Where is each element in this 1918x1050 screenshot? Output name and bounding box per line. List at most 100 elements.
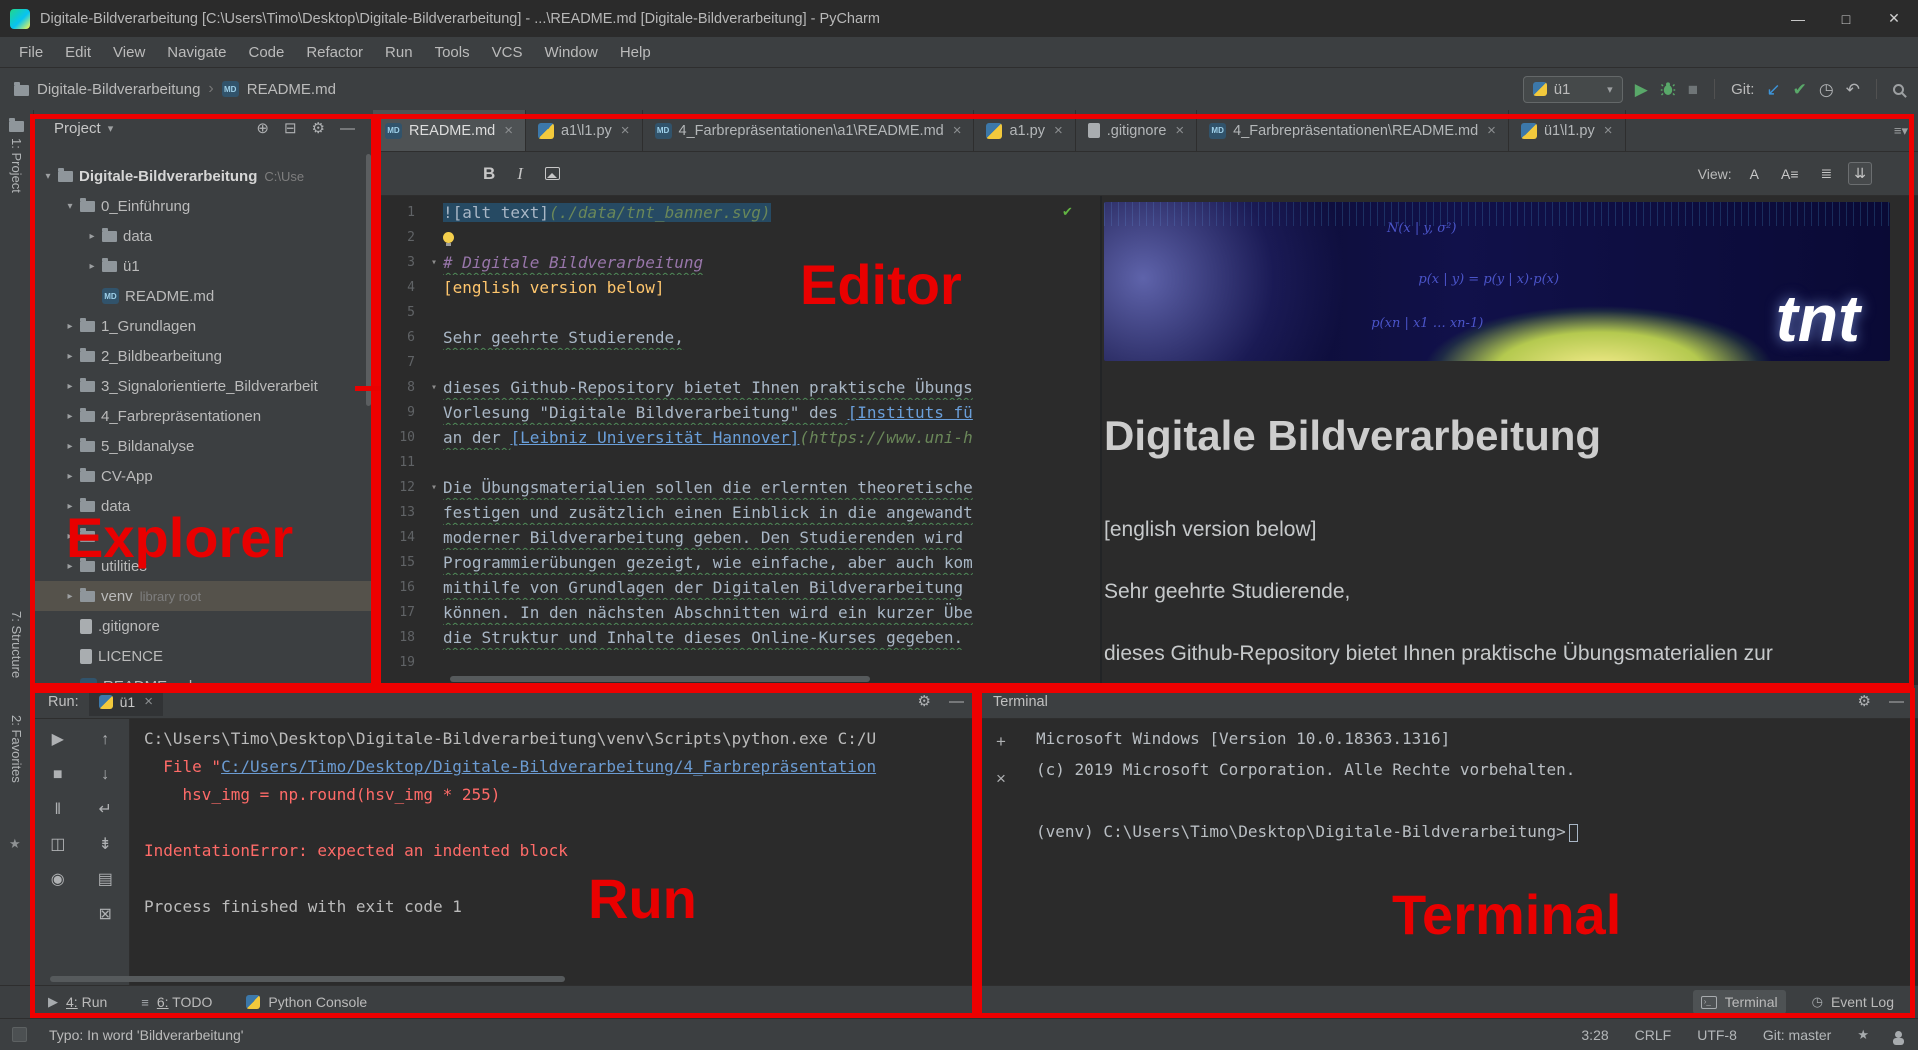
- editor-line[interactable]: 7: [373, 350, 1082, 375]
- editor-line[interactable]: 3# Digitale Bildverarbeitung: [373, 250, 1082, 275]
- tree-item-3-signalorientierte-bildverarbeit[interactable]: 3_Signalorientierte_Bildverarbeit: [34, 371, 373, 401]
- fold-icon[interactable]: [425, 475, 443, 500]
- gear-icon[interactable]: [918, 693, 931, 710]
- minimize-button[interactable]: —: [1774, 0, 1822, 37]
- hide-panel-icon[interactable]: [1889, 693, 1904, 710]
- scroll-to-end-icon[interactable]: [99, 836, 112, 854]
- editor-tab-1-l1-py[interactable]: ü1\l1.py: [1509, 110, 1626, 151]
- view-preview-only-icon[interactable]: [1815, 162, 1839, 185]
- editor-line[interactable]: 11: [373, 450, 1082, 475]
- toolwindow-button-terminal[interactable]: Terminal: [1693, 990, 1786, 1014]
- tree-item-data[interactable]: data: [34, 221, 373, 251]
- close-icon[interactable]: [1487, 122, 1496, 139]
- stripe-button-structure[interactable]: 7: Structure: [9, 611, 24, 678]
- terminal-output[interactable]: Microsoft Windows [Version 10.0.18363.13…: [1036, 723, 1908, 847]
- run-button[interactable]: [1635, 81, 1648, 98]
- tree-item-4-farbrepr-sentationen[interactable]: 4_Farbrepräsentationen: [34, 401, 373, 431]
- pin-tab-icon[interactable]: [51, 871, 65, 889]
- chevron-right-icon[interactable]: [62, 531, 78, 542]
- tree-item-venv[interactable]: venvlibrary root: [34, 581, 373, 611]
- editor-line[interactable]: 15Programmierübungen gezeigt, wie einfac…: [373, 550, 1082, 575]
- editor-line[interactable]: 19: [373, 650, 1082, 675]
- editor-tab-gitignore[interactable]: .gitignore: [1076, 110, 1197, 151]
- git-history-icon[interactable]: [1819, 81, 1834, 98]
- toolwindow-button-python-console[interactable]: Python Console: [238, 990, 375, 1014]
- git-update-icon[interactable]: [1766, 81, 1780, 98]
- chevron-right-icon[interactable]: [84, 261, 100, 272]
- chevron-right-icon[interactable]: [62, 381, 78, 392]
- menu-refactor[interactable]: Refactor: [295, 40, 374, 65]
- run-tab[interactable]: ü1: [89, 688, 163, 716]
- tree-item-gitignore[interactable]: .gitignore: [34, 611, 373, 641]
- git-rollback-icon[interactable]: [1846, 81, 1860, 98]
- breadcrumb-project[interactable]: Digitale-Bildverarbeitung: [37, 81, 200, 98]
- stop-icon[interactable]: [53, 766, 63, 784]
- tree-item-readme-md[interactable]: README.md: [34, 671, 373, 685]
- tree-item-0-einf-hrung[interactable]: 0_Einführung: [34, 191, 373, 221]
- editor-line[interactable]: 8dieses Github-Repository bietet Ihnen p…: [373, 375, 1082, 400]
- chevron-right-icon[interactable]: [62, 351, 78, 362]
- toolwindow-button-event-log[interactable]: Event Log: [1804, 990, 1902, 1014]
- tree-item-licence[interactable]: LICENCE: [34, 641, 373, 671]
- tree-item-1[interactable]: ü1: [34, 251, 373, 281]
- italic-icon[interactable]: I: [517, 164, 523, 184]
- menu-view[interactable]: View: [102, 40, 156, 65]
- project-scrollbar[interactable]: [366, 154, 371, 406]
- close-session-icon[interactable]: [996, 770, 1006, 787]
- close-button[interactable]: ✕: [1870, 0, 1918, 37]
- editor-line[interactable]: 1![alt text](./data/tnt_banner.svg): [373, 200, 1082, 225]
- tree-item-digitale-bildverarbeitung[interactable]: Digitale-BildverarbeitungC:\Use: [34, 161, 373, 191]
- stripe-button-project[interactable]: 1: Project: [9, 138, 24, 193]
- menu-vcs[interactable]: VCS: [481, 40, 534, 65]
- menu-run[interactable]: Run: [374, 40, 424, 65]
- editor-line[interactable]: 9Vorlesung "Digitale Bildverarbeitung" d…: [373, 400, 1082, 425]
- hide-panel-icon[interactable]: [949, 693, 964, 710]
- markdown-source-editor[interactable]: 1![alt text](./data/tnt_banner.svg)23# D…: [373, 196, 1082, 685]
- editor-line[interactable]: 4[english version below]: [373, 275, 1082, 300]
- inspections-profile-icon[interactable]: [1895, 1031, 1902, 1038]
- editor-line[interactable]: 18die Struktur und Inhalte dieses Online…: [373, 625, 1082, 650]
- chevron-right-icon[interactable]: [62, 411, 78, 422]
- editor-tab-readme-md[interactable]: README.md: [373, 110, 526, 151]
- tree-item-utilities[interactable]: utilities: [34, 551, 373, 581]
- editor-hscrollbar[interactable]: [450, 676, 870, 682]
- tree-item-1-grundlagen[interactable]: 1_Grundlagen: [34, 311, 373, 341]
- pause-output-icon[interactable]: [54, 801, 61, 819]
- editor-line[interactable]: 13festigen und zusätzlich einen Einblick…: [373, 500, 1082, 525]
- stop-button[interactable]: [1688, 81, 1698, 98]
- editor-line[interactable]: 12Die Übungsmaterialien sollen die erler…: [373, 475, 1082, 500]
- status-caret-position[interactable]: 3:28: [1581, 1027, 1608, 1043]
- menu-edit[interactable]: Edit: [54, 40, 102, 65]
- tree-item-readme-md[interactable]: README.md: [34, 281, 373, 311]
- chevron-right-icon[interactable]: [62, 471, 78, 482]
- editor-tab-4-farbrepr-sentationen-a1-readme-md[interactable]: 4_Farbrepräsentationen\a1\README.md: [643, 110, 975, 151]
- editor-tab-4-farbrepr-sentationen-readme-md[interactable]: 4_Farbrepräsentationen\README.md: [1197, 110, 1509, 151]
- chevron-down-icon[interactable]: [62, 201, 78, 212]
- chevron-down-icon[interactable]: [40, 171, 56, 182]
- toolwindow-button-6-todo[interactable]: 6: TODO: [133, 990, 220, 1014]
- chevron-right-icon[interactable]: [84, 231, 100, 242]
- chevron-right-icon[interactable]: [62, 501, 78, 512]
- debug-icon[interactable]: [1660, 81, 1676, 97]
- tab-list-icon[interactable]: [1894, 123, 1908, 139]
- editor-line[interactable]: 14moderner Bildverarbeitung geben. Den S…: [373, 525, 1082, 550]
- tree-item-5-bildanalyse[interactable]: 5_Bildanalyse: [34, 431, 373, 461]
- menu-code[interactable]: Code: [237, 40, 295, 65]
- bookmark-icon[interactable]: [1857, 1027, 1869, 1043]
- editor-line[interactable]: 17können. In den nächsten Abschnitten wi…: [373, 600, 1082, 625]
- locate-file-icon[interactable]: [256, 120, 269, 137]
- close-icon[interactable]: [504, 122, 513, 139]
- hide-panel-icon[interactable]: [340, 120, 355, 137]
- bold-icon[interactable]: B: [483, 164, 495, 184]
- gear-icon[interactable]: [1858, 693, 1871, 710]
- close-icon[interactable]: [1604, 122, 1613, 139]
- clear-all-icon[interactable]: [99, 906, 112, 924]
- status-message[interactable]: Typo: In word 'Bildverarbeitung': [49, 1027, 243, 1043]
- rerun-icon[interactable]: [52, 731, 64, 749]
- down-stack-trace-icon[interactable]: [101, 766, 109, 784]
- console-file-link[interactable]: C:/Users/Timo/Desktop/Digitale-Bildverar…: [221, 757, 876, 776]
- run-console[interactable]: C:\Users\Timo\Desktop\Digitale-Bildverar…: [130, 719, 978, 985]
- status-line-separator[interactable]: CRLF: [1635, 1027, 1672, 1043]
- intention-bulb-icon[interactable]: [443, 232, 454, 243]
- tree-item-2-bildbearbeitung[interactable]: 2_Bildbearbeitung: [34, 341, 373, 371]
